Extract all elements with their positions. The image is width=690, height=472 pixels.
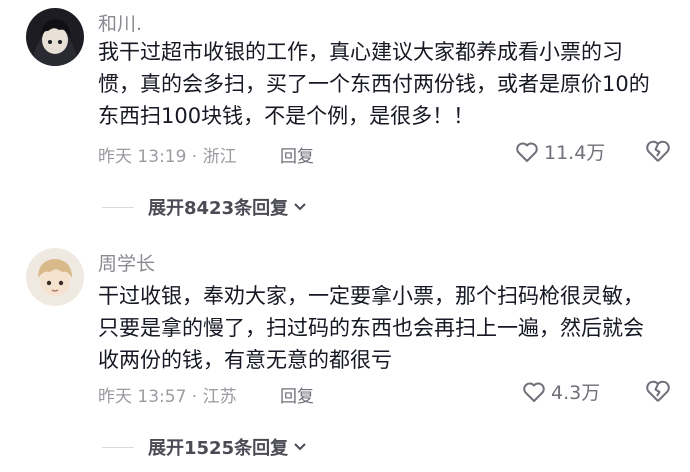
expand-replies-label: 展开1525条回复 (148, 438, 289, 459)
expand-replies-label: 展开8423条回复 (148, 198, 289, 219)
like-count: 11.4万 (544, 142, 606, 164)
avatar[interactable] (26, 248, 84, 306)
comment-text: 干过收银，奉劝大家，一定要拿小票，那个扫码枪很灵敏，只要是拿的慢了，扫过码的东西… (98, 284, 644, 372)
expand-replies-button[interactable]: 展开1525条回复 (102, 434, 308, 460)
heart-outline-icon (522, 381, 546, 403)
like-button[interactable]: 4.3万 (522, 378, 600, 405)
broken-heart-icon (645, 139, 671, 163)
reply-button[interactable]: 回复 (280, 142, 314, 167)
dislike-button[interactable] (645, 379, 671, 403)
comment-meta: 昨天 13:57 · 江苏 (98, 387, 237, 407)
broken-heart-icon (645, 379, 671, 403)
username[interactable]: 周学长 (98, 249, 155, 276)
username[interactable]: 和川. (98, 9, 142, 36)
expand-replies-button[interactable]: 展开8423条回复 (102, 194, 308, 220)
like-button[interactable]: 11.4万 (515, 138, 605, 165)
comment-meta: 昨天 13:19 · 浙江 (98, 147, 237, 167)
like-count: 4.3万 (551, 382, 601, 404)
avatar[interactable] (26, 8, 84, 66)
reply-button[interactable]: 回复 (280, 382, 314, 407)
divider (102, 206, 134, 208)
divider (102, 446, 134, 448)
comment-item: 周学长 干过收银，奉劝大家，一定要拿小票，那个扫码枪很灵敏，只要是拿的慢了，扫过… (0, 236, 690, 472)
heart-outline-icon (515, 141, 539, 163)
chevron-down-icon (288, 441, 308, 453)
dislike-button[interactable] (645, 139, 671, 163)
comment-item: 和川. 我干过超市收银的工作，真心建议大家都养成看小票的习惯，真的会多扫，买了一… (0, 0, 690, 236)
chevron-down-icon (288, 201, 308, 213)
comment-text: 我干过超市收银的工作，真心建议大家都养成看小票的习惯，真的会多扫，买了一个东西付… (98, 40, 650, 128)
